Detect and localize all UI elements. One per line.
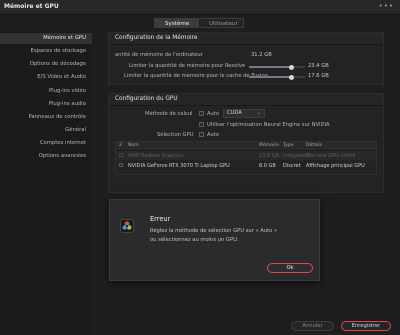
resolve-memory-slider-fill (249, 66, 291, 68)
sidebar: Mémoire et GPU Espaces de stockage Optio… (0, 31, 92, 335)
fusion-memory-label: Limiter la quantité de mémoire pour le c… (124, 73, 268, 79)
dialog-title: Erreur (150, 215, 171, 223)
gpu-details: Discrete GPU utilisé (306, 153, 356, 159)
dialog-message-line1: Réglez la méthode de sélection GPU sur «… (150, 228, 278, 234)
table-row[interactable]: AMD Radeon Graphics 13.6 GB Integrated D… (116, 151, 376, 160)
neural-engine-label: Utiliser l'optimisation Neural Engine su… (207, 122, 330, 128)
total-memory-label: antité de mémoire de l'ordinateur (115, 52, 203, 58)
error-dialog: Erreur Réglez la méthode de sélection GP… (109, 199, 320, 281)
processing-auto-checkbox[interactable] (199, 111, 204, 116)
memory-panel: Configuration de la Mémoire antité de mé… (108, 32, 384, 85)
ok-button[interactable]: Ok (267, 263, 313, 273)
chevron-down-icon: ⌄ (256, 110, 261, 116)
sidebar-item-panneaux[interactable]: Panneaux de contrôle (28, 114, 86, 120)
gpu-memory: 13.6 GB (259, 153, 280, 159)
gpu-table-col-name[interactable]: Nom (128, 143, 139, 148)
sidebar-item-stockage[interactable]: Espaces de stockage (31, 48, 86, 54)
gpu-name: NVIDIA GeForce RTX 3070 Ti Laptop GPU (128, 163, 230, 169)
total-memory-value: 31.2 GB (251, 52, 272, 58)
resolve-memory-slider-knob[interactable] (288, 64, 294, 70)
fusion-memory-slider[interactable] (249, 74, 305, 80)
gpu-row-checkbox[interactable] (119, 153, 123, 157)
gpu-table-col-details[interactable]: Détails (306, 143, 322, 148)
gpu-row-checkbox[interactable] (119, 163, 123, 167)
logo-petals-icon (122, 221, 132, 230)
gpu-table-col-memory[interactable]: Mémoire (259, 143, 279, 148)
sidebar-item-comptes[interactable]: Comptes internet (40, 140, 86, 146)
resolve-memory-label: Limiter la quantité de mémoire pour Reso… (129, 63, 246, 69)
processing-mode-label: Méthode de calcul (145, 111, 193, 117)
sidebar-item-general[interactable]: Général (65, 127, 86, 133)
sidebar-item-decodage[interactable]: Options de décodage (30, 61, 86, 67)
dialog-message-line2: ou sélectionnez au moins un GPU. (150, 237, 239, 243)
processing-mode-value: CUDA (227, 110, 242, 116)
sidebar-item-memoire-gpu[interactable]: Mémoire et GPU (0, 33, 92, 44)
fusion-memory-slider-knob[interactable] (288, 74, 294, 80)
gpu-panel: Configuration du GPU Méthode de calcul A… (108, 93, 384, 193)
memory-panel-title: Configuration de la Mémoire (115, 35, 198, 41)
tab-systeme[interactable]: Système (154, 18, 199, 28)
title-bar: Mémoire et GPU ••• (0, 0, 400, 15)
sidebar-item-plugins-audio[interactable]: Plug-ins audio (49, 101, 86, 107)
sidebar-item-plugins-video[interactable]: Plug-ins vidéo (49, 88, 86, 94)
table-row[interactable]: NVIDIA GeForce RTX 3070 Ti Laptop GPU 8.… (116, 161, 376, 170)
davinci-resolve-logo-icon (120, 219, 134, 233)
processing-mode-select[interactable]: CUDA ⌄ (223, 109, 265, 118)
tab-utilisateur[interactable]: Utilisateur (199, 18, 244, 28)
gpu-table-col-type[interactable]: Type (283, 143, 294, 148)
gpu-selection-label: Sélection GPU (157, 132, 194, 138)
memory-panel-header: Configuration de la Mémoire (109, 33, 383, 45)
gpu-panel-title: Configuration du GPU (115, 96, 178, 102)
gpu-name: AMD Radeon Graphics (128, 153, 184, 159)
resolve-memory-value: 23.4 GB (308, 63, 329, 69)
gpu-memory: 8.0 GB (259, 163, 276, 169)
sidebar-item-es-video-audio[interactable]: E/S Vidéo et Audio (37, 74, 86, 80)
gpu-table: 2 Nom Mémoire Type Détails AMD Radeon Gr… (115, 141, 377, 175)
gpu-details: Affichage principal GPU (306, 163, 365, 169)
fusion-memory-value: 17.6 GB (308, 73, 329, 79)
gpu-selection-auto-label: Auto (207, 132, 220, 138)
gpu-type: Discret (283, 163, 301, 169)
gpu-table-header: 2 Nom Mémoire Type Détails (116, 142, 376, 151)
save-button[interactable]: Enregistrer (341, 321, 391, 331)
scope-tabs: Système Utilisateur (154, 18, 244, 28)
neural-engine-checkbox[interactable] (199, 122, 204, 127)
window-title: Mémoire et GPU (4, 3, 59, 10)
gpu-table-col-num: 2 (119, 143, 122, 148)
fusion-memory-slider-fill (249, 76, 291, 78)
cancel-button[interactable]: Annuler (291, 321, 334, 331)
gpu-selection-auto-checkbox[interactable] (199, 132, 204, 137)
resolve-memory-slider[interactable] (249, 64, 305, 70)
more-options-icon[interactable]: ••• (379, 2, 394, 10)
processing-auto-label: Auto (207, 111, 220, 117)
sidebar-item-avancees[interactable]: Options avancées (39, 153, 86, 159)
gpu-panel-header: Configuration du GPU (109, 94, 383, 106)
